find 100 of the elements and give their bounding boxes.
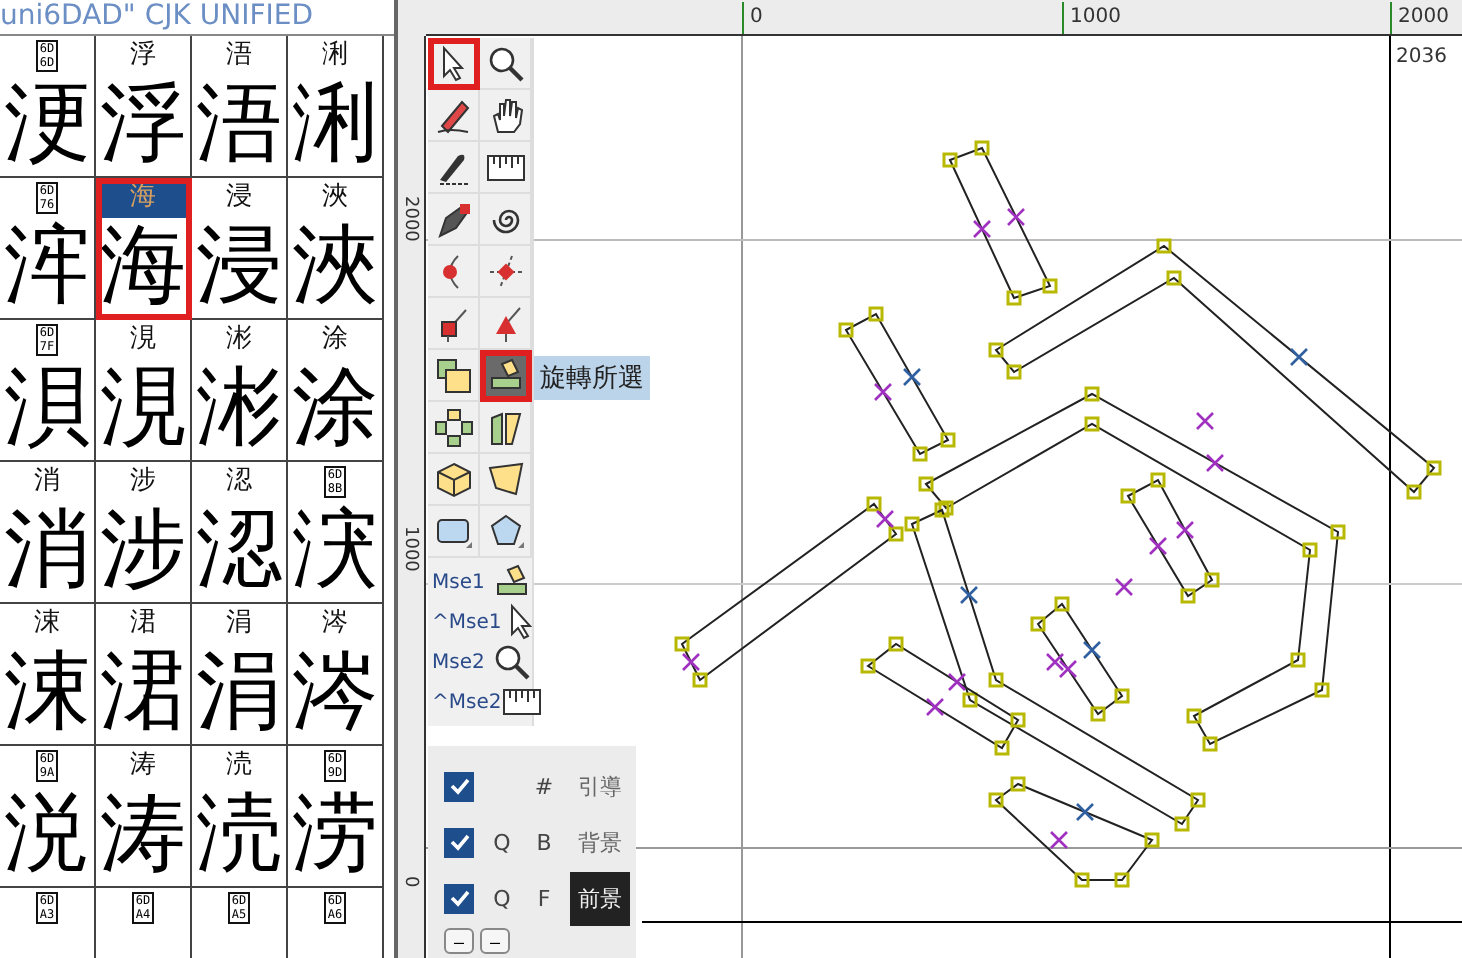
layer-name[interactable]: 背景 (570, 815, 630, 869)
glyph-cell[interactable]: 浯 浯 (192, 36, 288, 178)
glyph-label: 涀 (130, 326, 156, 354)
skew-tool-button[interactable] (480, 402, 532, 454)
ruler-label: 2000 (400, 196, 420, 242)
curve-tool-button[interactable] (428, 246, 480, 298)
glyph-preview: 涊 (196, 502, 282, 598)
layer-quadratic-flag[interactable]: Q (493, 829, 511, 855)
glyph-label: 涛 (130, 752, 156, 780)
rotate-tool-button[interactable] (480, 350, 532, 402)
glyph-cell[interactable]: 浹 浹 (288, 178, 384, 320)
ruler-label: 0 (742, 2, 763, 34)
scale-tool-button[interactable] (428, 350, 480, 402)
glyph-cell[interactable]: 浮 浮 (96, 36, 192, 178)
perspective-tool-button[interactable] (480, 454, 532, 506)
layer-visibility-checkbox[interactable] (444, 771, 474, 801)
glyph-cell[interactable]: 海 海 (96, 178, 192, 320)
glyph-label: 浸 (226, 184, 252, 212)
glyph-preview: 涒 (100, 644, 186, 740)
glyph-label: 涂 (322, 326, 348, 354)
magnify-tool-button[interactable] (480, 38, 532, 90)
glyph-label: 涜 (226, 752, 252, 780)
glyph-preview: 涂 (292, 360, 378, 456)
hvcurve-tool-button[interactable] (480, 246, 532, 298)
glyph-preview: 浹 (292, 218, 378, 314)
scale-icon (433, 355, 473, 395)
pencil-icon (433, 95, 473, 135)
ruler-label: 1000 (400, 526, 420, 572)
glyph-preview: 涚 (4, 786, 90, 882)
glyph-label: 涓 (226, 610, 252, 638)
mouse-binding-label: ^Mse1 (430, 611, 502, 633)
glyph-label: 浯 (226, 42, 252, 70)
pointer-tool-button[interactable] (428, 38, 480, 90)
glyph-label: 涁 (226, 326, 252, 354)
glyph-preview: 浮 (100, 76, 186, 172)
glyph-cell[interactable]: 涒 涒 (96, 604, 192, 746)
glyph-preview: 涋 (292, 502, 378, 598)
glyph-label: 涒 (130, 610, 156, 638)
pen-icon (433, 199, 473, 239)
glyph-preview: 涁 (196, 360, 282, 456)
ruler-label: 1000 (1062, 2, 1121, 34)
flip-tool-button[interactable] (428, 402, 480, 454)
mouse-binding-label: Mse2 (430, 651, 485, 673)
perspective-icon (485, 459, 525, 499)
glyph-cell[interactable]: 涊 涊 (192, 462, 288, 604)
corner-tool-button[interactable] (428, 298, 480, 350)
ruler-label: 0 (400, 876, 420, 888)
glyph-preview: 浿 (4, 360, 90, 456)
glyph-cell[interactable]: 涔 涔 (288, 604, 384, 746)
rotate3d-tool-button[interactable] (428, 454, 480, 506)
glyph-cell[interactable]: 涂 涂 (288, 320, 384, 462)
advance-width-label: 2036 (1396, 46, 1447, 68)
remove-layer-button[interactable]: – (444, 928, 474, 954)
remove-layer-button[interactable]: – (480, 928, 510, 954)
glyph-preview: 浶 (4, 218, 90, 314)
polygon-tool-button[interactable] (480, 506, 532, 558)
glyph-preview: 涜 (196, 786, 282, 882)
glyph-cell[interactable]: 浰 浰 (288, 36, 384, 178)
rectangle-tool-button[interactable] (428, 506, 480, 558)
layer-visibility-checkbox[interactable] (444, 827, 474, 857)
glyph-cell[interactable]: 消 消 (0, 462, 96, 604)
pen-tool-button[interactable] (428, 194, 480, 246)
pencil-tool-button[interactable] (428, 90, 480, 142)
knife-tool-button[interactable] (428, 142, 480, 194)
glyph-cell[interactable]: 涑 涑 (0, 604, 96, 746)
layer-code: # (532, 773, 556, 799)
glyph-preview: 涓 (196, 644, 282, 740)
ruler-tool-button[interactable] (480, 142, 532, 194)
glyph-label: 涔 (322, 610, 348, 638)
tangent-tool-button[interactable] (480, 298, 532, 350)
spiral-tool-button[interactable] (480, 194, 532, 246)
layer-name[interactable]: 引導 (570, 759, 630, 813)
glyph-preview: 涑 (4, 644, 90, 740)
glyph-preview: 浭 (4, 76, 90, 172)
glyph-preview: 涔 (292, 644, 378, 740)
rotate3d-icon (433, 459, 473, 499)
layer-name[interactable]: 前景 (570, 871, 630, 925)
mouse-binding-label: ^Mse2 (430, 691, 502, 713)
layer-quadratic-flag[interactable]: Q (493, 885, 511, 911)
glyph-preview: 浸 (196, 218, 282, 314)
glyph-cell[interactable]: 涀 涀 (96, 320, 192, 462)
skew-icon (485, 407, 525, 447)
glyph-outline-drawing[interactable] (674, 140, 1442, 888)
layer-visibility-checkbox[interactable] (444, 883, 474, 913)
ruler-label: 2000 (1390, 2, 1449, 34)
glyph-cell[interactable]: 涛 涛 (96, 746, 192, 888)
glyph-preview: 涉 (100, 502, 186, 598)
glyph-cell[interactable]: 涓 涓 (192, 604, 288, 746)
glyph-label: 浮 (130, 42, 156, 70)
glyph-label: 消 (34, 468, 60, 496)
layer-code: F (535, 885, 553, 911)
layer-code: B (534, 829, 554, 855)
glyph-cell[interactable]: 涁 涁 (192, 320, 288, 462)
glyph-cell[interactable]: 涉 涉 (96, 462, 192, 604)
glyph-preview: 消 (4, 502, 90, 598)
glyph-preview: 浰 (292, 76, 378, 172)
hand-tool-button[interactable] (480, 90, 532, 142)
glyph-cell[interactable]: 浸 浸 (192, 178, 288, 320)
glyph-cell[interactable]: 涜 涜 (192, 746, 288, 888)
magnify-icon (485, 43, 525, 83)
